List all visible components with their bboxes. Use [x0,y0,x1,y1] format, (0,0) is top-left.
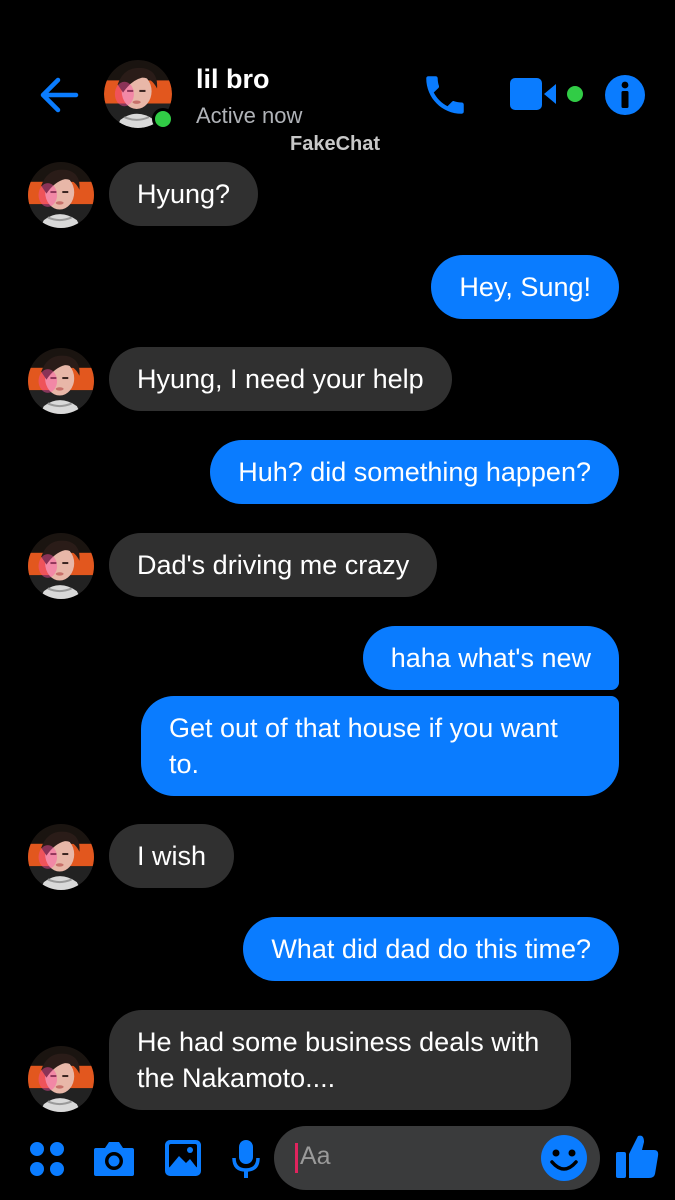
image-icon[interactable] [163,1138,203,1178]
sender-avatar [28,162,94,228]
info-icon[interactable] [603,73,647,117]
contact-avatar[interactable] [104,60,174,130]
phone-icon[interactable] [420,70,470,120]
message-input[interactable]: Aa [274,1126,600,1190]
sender-avatar [28,824,94,890]
incoming-message[interactable]: Hyung, I need your help [109,347,452,411]
chat-header: lil bro Active now FakeChat [0,0,675,160]
incoming-message[interactable]: Dad's driving me crazy [109,533,438,597]
message-input-placeholder: Aa [300,1142,331,1170]
text-cursor [295,1143,298,1173]
outgoing-message[interactable]: Hey, Sung! [431,255,619,319]
outgoing-message[interactable]: What did dad do this time? [243,917,619,981]
incoming-message[interactable]: He had some business deals with the Naka… [109,1010,571,1110]
message-composer: Aa [0,1118,675,1200]
apps-grid-icon[interactable] [28,1140,66,1178]
camera-icon[interactable] [92,1138,136,1178]
video-camera-icon[interactable] [508,76,586,112]
sender-avatar [28,348,94,414]
outgoing-message[interactable]: haha what's new [362,626,619,690]
online-status-dot [152,108,174,130]
sender-avatar [28,1046,94,1112]
thumbs-up-icon[interactable] [614,1132,660,1180]
emoji-icon[interactable] [540,1134,588,1182]
outgoing-message[interactable]: Huh? did something happen? [210,440,619,504]
sender-avatar [28,533,94,599]
active-status: Active now [196,103,303,128]
incoming-message[interactable]: Hyung? [109,162,259,226]
outgoing-message[interactable]: Get out of that house if you want to. [141,696,619,796]
back-arrow-icon[interactable] [36,72,82,118]
app-watermark: FakeChat [290,133,381,155]
microphone-icon[interactable] [230,1138,262,1180]
contact-name[interactable]: lil bro [196,64,270,95]
incoming-message[interactable]: I wish [109,824,235,888]
